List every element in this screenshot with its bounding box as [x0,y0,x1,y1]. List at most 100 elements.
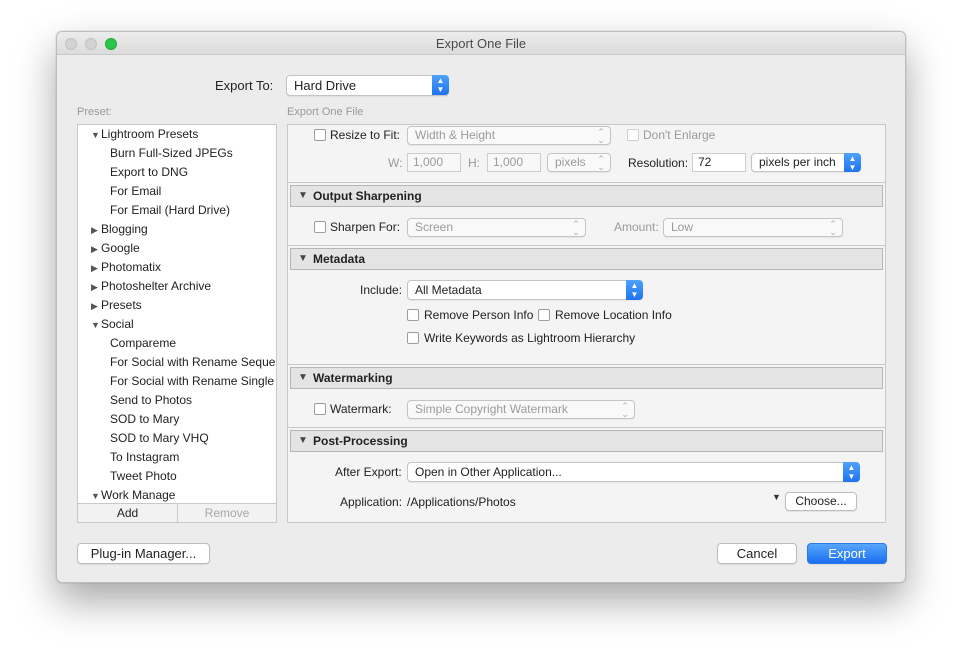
title-bar: Export One File [57,32,905,55]
disclosure-closed-icon: ▶ [91,282,98,292]
settings-panel: Resize to Fit: Width & Height ⌃ ⌄ Don't E… [287,124,886,523]
disclosure-closed-icon: ▶ [91,225,98,235]
height-label: H: [468,156,480,170]
plugin-manager-button[interactable]: Plug-in Manager... [77,543,210,564]
window-title: Export One File [435,36,527,51]
minimize-window-button[interactable] [85,38,97,50]
cancel-button[interactable]: Cancel [717,543,797,564]
tree-folder[interactable]: ▶ Blogging [91,220,148,239]
remove-preset-button[interactable]: Remove [178,504,276,522]
sharpen-for-select[interactable]: Screen ⌃ ⌄ [407,218,586,237]
application-label: Application: [340,495,403,509]
export-to-label: Export To: [215,78,274,93]
tree-item[interactable]: To Instagram [110,448,179,467]
disclosure-open-icon: ▼ [298,372,308,383]
close-window-button[interactable] [65,38,77,50]
export-to-value: Hard Drive [294,78,357,93]
watermark-select[interactable]: Simple Copyright Watermark ⌃ ⌄ [407,400,635,419]
include-label: Include: [360,283,403,297]
preset-buttons: Add Remove [77,503,277,523]
export-button[interactable]: Export [807,543,887,564]
remove-person-info-label: Remove Person Info [424,308,534,322]
disclosure-open-icon: ▼ [298,435,308,446]
amount-label: Amount: [614,220,659,234]
disclosure-closed-icon: ▶ [91,244,98,254]
export-dialog: Export One File Export To: Hard Drive ▲ ▼… [56,31,906,583]
chevron-updown-icon: ⌃ ⌄ [572,219,580,237]
tree-item[interactable]: Export to DNG [110,163,188,182]
chevron-updown-icon: ⌃ ⌄ [597,154,605,172]
chevron-updown-icon: ▲ ▼ [626,280,643,300]
disclosure-closed-icon: ▶ [91,263,98,273]
tree-folder[interactable]: ▶ Photomatix [91,258,161,277]
amount-select[interactable]: Low ⌃ ⌄ [663,218,843,237]
tree-folder[interactable]: ▶ Google [91,239,140,258]
tree-item[interactable]: SOD to Mary VHQ [110,429,209,448]
watermark-label: Watermark: [330,402,392,416]
tree-folder[interactable]: ▼Work Manage [91,486,175,503]
resize-to-fit-checkbox[interactable] [314,129,326,141]
write-keywords-label: Write Keywords as Lightroom Hierarchy [424,331,636,345]
dont-enlarge-checkbox[interactable] [627,129,639,141]
tree-folder[interactable]: ▶ Presets [91,296,142,315]
zoom-window-button[interactable] [105,38,117,50]
tree-item[interactable]: Burn Full-Sized JPEGs [110,144,233,163]
size-units-select[interactable]: pixels ⌃ ⌄ [547,153,611,172]
width-label: W: [388,156,403,170]
dropdown-arrow-icon[interactable]: ▼ [772,492,781,502]
resolution-units-select[interactable]: pixels per inch ▲ ▼ [751,153,861,172]
chevron-updown-icon: ⌃ ⌄ [597,127,605,145]
tree-item[interactable]: Tweet Photo [110,467,177,486]
tree-item[interactable]: For Social with Rename Sequen [110,353,276,372]
chevron-updown-icon: ▲ ▼ [844,153,861,172]
divider [288,427,885,428]
after-export-select[interactable]: Open in Other Application... ▲ ▼ [407,462,860,482]
sharpen-for-checkbox[interactable] [314,221,326,233]
remove-location-info-checkbox[interactable] [538,309,550,321]
disclosure-open-icon: ▼ [91,320,100,330]
width-field[interactable]: 1,000 [407,153,461,172]
choose-application-button[interactable]: Choose... [785,492,857,511]
preset-label: Preset: [77,106,112,118]
chevron-updown-icon: ⌃ ⌄ [829,219,837,237]
disclosure-open-icon: ▼ [298,253,308,264]
chevron-updown-icon: ▲ ▼ [843,462,860,482]
dont-enlarge-label: Don't Enlarge [643,128,716,142]
after-export-label: After Export: [335,465,402,479]
tree-item[interactable]: For Social with Rename Single [110,372,274,391]
resize-mode-select[interactable]: Width & Height ⌃ ⌄ [407,126,611,145]
resize-to-fit-label: Resize to Fit: [330,128,401,142]
tree-folder[interactable]: ▶ Photoshelter Archive [91,277,211,296]
disclosure-open-icon: ▼ [91,130,100,140]
panel-label: Export One File [287,106,364,118]
application-path: /Applications/Photos [407,495,516,509]
write-keywords-checkbox[interactable] [407,332,419,344]
remove-person-info-checkbox[interactable] [407,309,419,321]
height-field[interactable]: 1,000 [487,153,541,172]
tree-folder[interactable]: ▼Social [91,315,134,334]
resolution-field[interactable]: 72 [692,153,746,172]
tree-item[interactable]: For Email [110,182,161,201]
preset-tree[interactable]: ▼Lightroom Presets Burn Full-Sized JPEGs… [77,124,277,504]
tree-item[interactable]: For Email (Hard Drive) [110,201,230,220]
section-header-output-sharpening[interactable]: ▼ Output Sharpening [290,185,883,207]
chevron-updown-icon: ⌃ ⌄ [621,401,629,419]
watermark-checkbox[interactable] [314,403,326,415]
tree-item[interactable]: Send to Photos [110,391,192,410]
remove-location-info-label: Remove Location Info [555,308,672,322]
chevron-updown-icon: ▲ ▼ [432,75,449,95]
section-header-metadata[interactable]: ▼ Metadata [290,248,883,270]
disclosure-open-icon: ▼ [91,491,100,501]
tree-item[interactable]: Compareme [110,334,176,353]
section-header-watermarking[interactable]: ▼ Watermarking [290,367,883,389]
divider [288,245,885,246]
add-preset-button[interactable]: Add [78,504,178,522]
disclosure-open-icon: ▼ [298,190,308,201]
tree-folder-lightroom-presets[interactable]: ▼Lightroom Presets [91,125,198,144]
divider [288,364,885,365]
tree-item[interactable]: SOD to Mary [110,410,179,429]
export-to-select[interactable]: Hard Drive ▲ ▼ [286,75,449,96]
include-metadata-select[interactable]: All Metadata ▲ ▼ [407,280,643,300]
disclosure-closed-icon: ▶ [91,301,98,311]
section-header-post-processing[interactable]: ▼ Post-Processing [290,430,883,452]
